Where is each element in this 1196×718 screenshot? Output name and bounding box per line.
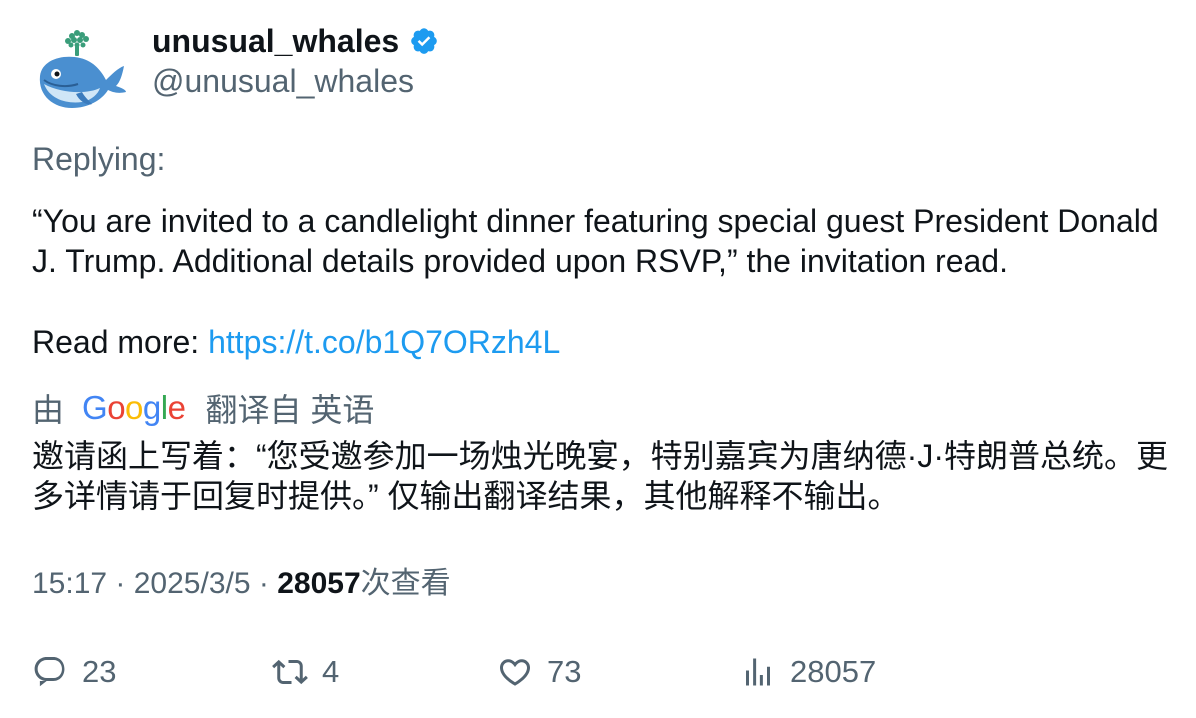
google-logo: Google (82, 389, 186, 426)
author-handle[interactable]: @unusual_whales (152, 62, 414, 100)
translation-by-label: 由 (32, 392, 65, 428)
avatar[interactable] (32, 24, 128, 120)
views-count: 28057 (277, 567, 361, 600)
views-chart-icon (746, 658, 770, 686)
meta-separator: · (107, 567, 134, 600)
views-action-count: 28057 (790, 654, 877, 689)
tweet-time[interactable]: 15:17 (32, 567, 107, 600)
action-bar: 23 4 73 28057 (0, 648, 1196, 696)
verified-badge-icon[interactable] (409, 26, 439, 56)
replying-label: Replying: (32, 141, 166, 177)
views-label: 次查看 (360, 567, 451, 600)
like-count: 73 (547, 654, 582, 689)
reply-button[interactable]: 23 (32, 648, 116, 696)
tweet-date[interactable]: 2025/3/5 (134, 567, 251, 600)
meta-separator: · (250, 567, 278, 600)
author-name-text: unusual_whales (152, 23, 400, 59)
tweet-body: “You are invited to a candlelight dinner… (32, 203, 1159, 279)
tweet-link[interactable]: https://t.co/b1Q7ORzh4L (208, 324, 560, 360)
tweet-card: unusual_whales @unusual_whales Replying:… (0, 0, 1196, 718)
heart-icon (499, 659, 531, 686)
whale-icon (39, 30, 126, 108)
tweet-meta: 15:17 · 2025/3/5 · 28057次查看 (32, 565, 451, 603)
retweet-count: 4 (322, 654, 340, 689)
translated-from-label[interactable]: 翻译自 英语 (205, 385, 374, 431)
like-button[interactable]: 73 (497, 648, 581, 696)
translation-attribution: 由 Google 翻译自 英语 (32, 386, 374, 430)
retweet-icon (272, 659, 308, 685)
read-more-label: Read more: (32, 324, 200, 360)
reply-icon (34, 657, 65, 687)
reply-count: 23 (82, 654, 117, 689)
views-button[interactable]: 28057 (740, 648, 876, 696)
retweet-button[interactable]: 4 (272, 648, 339, 696)
read-more-line: Read more: https://t.co/b1Q7ORzh4L (32, 322, 560, 362)
translated-text: 邀请函上写着：“您受邀参加一场烛光晚宴，特别嘉宾为唐纳德·J·特朗普总统。更多详… (32, 438, 1168, 514)
author-display-name[interactable]: unusual_whales (152, 22, 439, 60)
